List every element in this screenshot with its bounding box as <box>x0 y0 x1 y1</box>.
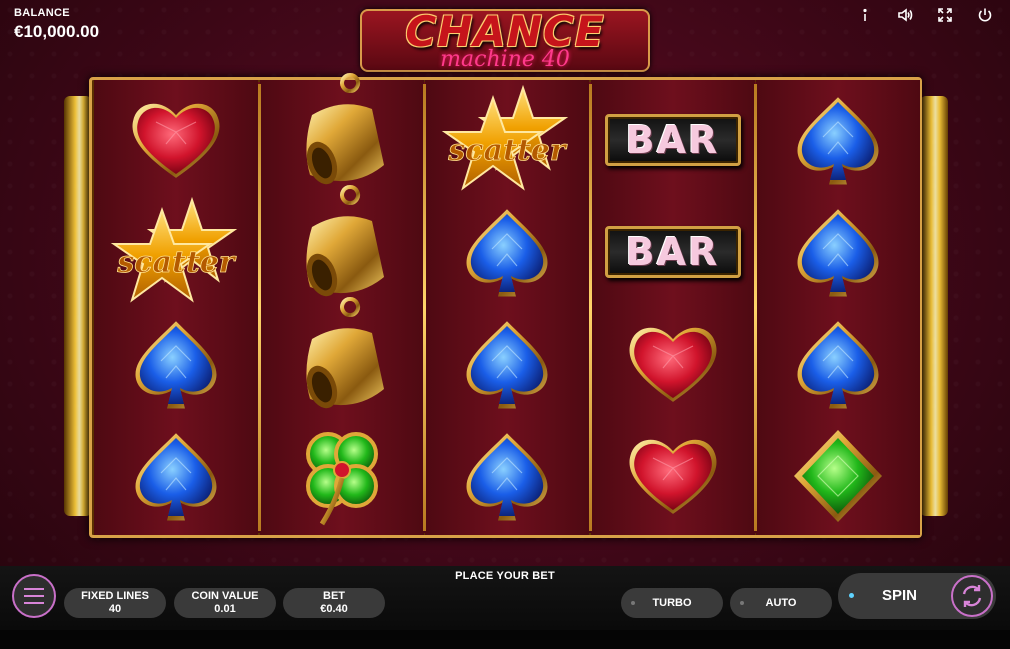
reel-divider <box>257 84 261 531</box>
spade-symbol <box>135 321 217 409</box>
bet-value: €0.40 <box>320 603 348 615</box>
bar-label: BAR <box>625 230 720 274</box>
spin-icon-button[interactable] <box>951 575 993 617</box>
spade-symbol <box>466 433 548 521</box>
bar-symbol: BAR <box>604 226 741 278</box>
refresh-icon <box>962 585 982 607</box>
spin-button[interactable]: SPIN <box>838 573 996 619</box>
left-frame-glow <box>64 96 92 516</box>
spade-symbol <box>797 209 879 297</box>
turbo-label: TURBO <box>652 597 692 609</box>
reel-cell: BAR <box>593 84 753 196</box>
reel-cell <box>262 185 422 308</box>
reel-cell <box>262 420 422 532</box>
coin-value-value: 0.01 <box>214 603 236 615</box>
coin-value-selector[interactable]: COIN VALUE 0.01 <box>174 588 276 618</box>
turbo-indicator <box>631 601 635 605</box>
clover-symbol <box>305 432 378 526</box>
fixed-lines-display: FIXED LINES 40 <box>64 588 166 618</box>
reels-frame: scatter scatter BAR BAR <box>89 73 922 538</box>
bet-selector[interactable]: BET €0.40 <box>283 588 385 618</box>
heart-symbol <box>629 439 716 514</box>
spade-symbol <box>797 97 879 185</box>
reel-cell <box>593 308 753 420</box>
scatter-symbol: scatter <box>110 196 238 303</box>
sound-icon[interactable] <box>896 6 914 24</box>
reel: scatter <box>94 80 258 535</box>
reel-cell <box>427 308 587 420</box>
reel-divider <box>423 84 426 531</box>
fixed-lines-label: FIXED LINES <box>81 590 149 602</box>
balance-label: BALANCE <box>14 7 70 19</box>
bar-label: BAR <box>625 118 720 162</box>
spade-symbol <box>135 433 217 521</box>
fixed-lines-value: 40 <box>108 603 122 615</box>
reel-cell <box>758 84 918 196</box>
turbo-toggle[interactable]: TURBO <box>621 588 723 618</box>
reel-cell <box>758 308 918 420</box>
reel-cell <box>96 308 256 420</box>
bell-symbol <box>305 185 384 297</box>
reel-cell: BAR <box>593 196 753 308</box>
scatter-label: scatter <box>447 133 567 168</box>
spin-indicator <box>849 593 854 598</box>
scatter-symbol: scatter <box>441 84 569 191</box>
bar-symbol: BAR <box>604 114 741 166</box>
hamburger-icon <box>24 595 44 597</box>
diamond-symbol <box>794 430 882 522</box>
reel-cell <box>96 84 256 196</box>
reel-cell <box>427 420 587 532</box>
reel-cell: scatter <box>427 84 587 196</box>
reel: BAR BAR <box>590 80 755 535</box>
scatter-label: scatter <box>116 245 236 280</box>
reel-cell <box>262 73 422 196</box>
bet-label: BET <box>323 590 345 602</box>
heart-symbol <box>629 327 716 402</box>
reel <box>756 80 920 535</box>
bottom-strip <box>0 630 1010 649</box>
reel-cell <box>96 420 256 532</box>
reel-cell <box>758 420 918 532</box>
bell-symbol <box>305 73 384 185</box>
heart-symbol <box>132 103 220 178</box>
balance-display: BALANCE €10,000.00 <box>14 7 99 42</box>
reel-cell <box>427 196 587 308</box>
coin-value-label: COIN VALUE <box>191 590 259 602</box>
spade-symbol <box>466 321 548 409</box>
spade-symbol <box>466 209 548 297</box>
fullscreen-icon[interactable] <box>936 6 954 24</box>
reel-cell: scatter <box>96 196 256 308</box>
balance-value: €10,000.00 <box>14 22 100 41</box>
spade-symbol <box>797 321 879 409</box>
reel-cell <box>262 297 422 420</box>
reel-divider <box>754 84 757 531</box>
spin-label: SPIN <box>882 587 918 604</box>
power-icon[interactable] <box>976 6 994 24</box>
reel-cell <box>593 420 753 532</box>
auto-label: AUTO <box>765 597 797 609</box>
reel-divider <box>588 84 592 531</box>
menu-button[interactable] <box>12 574 56 618</box>
reel-cell <box>758 196 918 308</box>
info-icon[interactable] <box>856 6 874 24</box>
auto-toggle[interactable]: AUTO <box>730 588 832 618</box>
bell-symbol <box>305 297 384 409</box>
right-frame-glow <box>920 96 948 516</box>
reel <box>259 73 424 535</box>
reel: scatter <box>425 80 589 535</box>
auto-indicator <box>740 601 744 605</box>
top-toolbar <box>856 6 994 24</box>
game-logo: CHANCE machine 40 <box>360 9 650 72</box>
